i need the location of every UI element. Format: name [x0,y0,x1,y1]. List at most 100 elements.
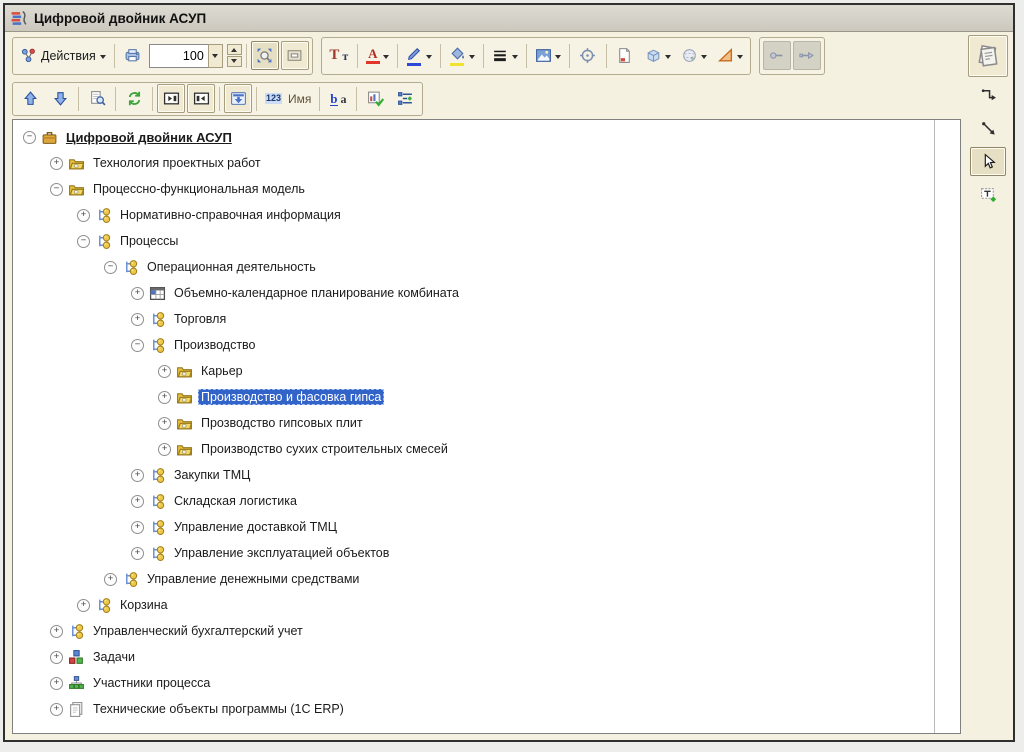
border-toggle-button[interactable] [281,41,309,70]
tree-item[interactable]: + Торговля [13,306,960,332]
tree-item[interactable]: + Задачи [13,644,960,670]
line-tool-button[interactable] [970,114,1006,143]
expander-icon[interactable]: + [131,547,144,560]
tree-item-label[interactable]: Участники процесса [90,675,213,691]
tree-item[interactable]: + Прозводство гипсовых плит [13,410,960,436]
pointer-tool-button[interactable] [970,147,1006,176]
tree-item[interactable]: + Карьер [13,358,960,384]
tree-item-label[interactable]: Закупки ТМЦ [171,467,253,483]
expander-icon[interactable]: + [50,651,63,664]
tree-item-label[interactable]: Торговля [171,311,229,327]
expander-icon[interactable]: + [50,157,63,170]
tree-item-label[interactable]: Управление денежными средствами [144,571,362,587]
expander-icon[interactable]: − [104,261,117,274]
tree-item[interactable]: + Управление денежными средствами [13,566,960,592]
tree-item[interactable]: + Технология проектных работ [13,150,960,176]
dock-bottom-button[interactable] [224,84,252,113]
expander-icon[interactable]: + [131,287,144,300]
expander-icon[interactable]: − [50,183,63,196]
tree-item-label[interactable]: Процессы [117,233,181,249]
expander-icon[interactable]: + [131,469,144,482]
move-up-button[interactable] [16,84,44,113]
expander-icon[interactable]: + [158,365,171,378]
font-color-button[interactable]: A [362,41,393,70]
tree-item[interactable]: +Технические объекты программы (1С ERP) [13,696,960,722]
expander-icon[interactable]: + [131,313,144,326]
print-button[interactable] [119,41,147,70]
expander-icon[interactable]: + [50,625,63,638]
expander-icon[interactable]: − [77,235,90,248]
picture-button[interactable] [531,41,565,70]
tree-item-label[interactable]: Производство сухих строительных смесей [198,441,451,457]
tree-item-label[interactable]: Процессно-функциональная модель [90,181,308,197]
zoom-input[interactable] [149,44,208,68]
tree-item[interactable]: + Управление доставкой ТМЦ [13,514,960,540]
tree-item[interactable]: − Цифровой двойник АСУП [13,124,960,150]
expander-icon[interactable]: − [23,131,36,144]
expander-icon[interactable]: + [50,677,63,690]
actions-button[interactable]: Действия [16,41,110,70]
tree-item-label[interactable]: Управленческий бухгалтерский учет [90,623,306,639]
refresh-button[interactable] [120,84,148,113]
tree-item-label[interactable]: Нормативно-справочная информация [117,207,344,223]
tree-item[interactable]: + Складская логистика [13,488,960,514]
expander-icon[interactable]: + [131,521,144,534]
tree-item-label[interactable]: Операционная деятельность [144,259,319,275]
page-button[interactable] [611,41,639,70]
line-color-button[interactable] [402,41,436,70]
tree-item-label[interactable]: Технология проектных работ [90,155,264,171]
expander-icon[interactable]: + [158,443,171,456]
expander-icon[interactable]: + [77,209,90,222]
schemes-button[interactable] [968,35,1008,77]
tree-item-label[interactable]: Цифровой двойник АСУП [63,129,235,146]
panel-right-button[interactable] [187,84,215,113]
text-tool-button[interactable] [970,180,1006,209]
expander-icon[interactable]: + [104,573,117,586]
zoom-dropdown-button[interactable] [208,44,223,68]
tree-item[interactable]: + Управленческий бухгалтерский учет [13,618,960,644]
expander-icon[interactable]: + [158,391,171,404]
expander-icon[interactable]: + [158,417,171,430]
tree-item-label[interactable]: Объемно-календарное планирование комбина… [171,285,462,301]
font-button[interactable]: Тт [325,41,353,70]
tree-item[interactable]: − Процессно-функциональная модель [13,176,960,202]
expander-icon[interactable]: + [77,599,90,612]
tree-item-label[interactable]: Складская логистика [171,493,300,509]
diagram-check-button[interactable] [361,84,389,113]
tree-item[interactable]: + Производство сухих строительных смесей [13,436,960,462]
connector-tool-button[interactable] [970,81,1006,110]
expander-icon[interactable]: + [131,495,144,508]
tree-item-label[interactable]: Управление эксплуатацией объектов [171,545,392,561]
sphere-shape-button[interactable] [677,41,711,70]
numbering-name-button[interactable]: 123Имя [261,84,315,113]
tree-item[interactable]: − Производство [13,332,960,358]
tree-item[interactable]: + Закупки ТМЦ [13,462,960,488]
tree-item-label[interactable]: Технические объекты программы (1С ERP) [90,701,347,717]
tree-item[interactable]: − Операционная деятельность [13,254,960,280]
tree-item[interactable]: + Объемно-календарное планирование комбин… [13,280,960,306]
tree-item-label[interactable]: Задачи [90,649,138,665]
preview-search-button[interactable] [83,84,111,113]
fit-window-button[interactable] [251,41,279,70]
pyramid-shape-button[interactable] [713,41,747,70]
tree-item-label[interactable]: Карьер [198,363,246,379]
spin-up-button[interactable] [227,44,242,55]
tree-item-label[interactable]: Корзина [117,597,171,613]
tree-item[interactable]: + Корзина [13,592,960,618]
tree-item[interactable]: + Участники процесса [13,670,960,696]
auto-name-button[interactable]: ba [324,84,352,113]
tree-item-label[interactable]: Управление доставкой ТМЦ [171,519,340,535]
tree-item[interactable]: + Нормативно-справочная информация [13,202,960,228]
tree-item-label[interactable]: Прозводство гипсовых плит [198,415,366,431]
line-style-button[interactable] [488,41,522,70]
expander-icon[interactable]: − [131,339,144,352]
tree-item[interactable]: − Процессы [13,228,960,254]
tree-item[interactable]: +Производство и фасовка гипса [13,384,960,410]
center-view-button[interactable] [574,41,602,70]
tree-settings-button[interactable] [391,84,419,113]
tree-item[interactable]: + Управление эксплуатацией объектов [13,540,960,566]
move-down-button[interactable] [46,84,74,113]
fill-color-button[interactable] [445,41,479,70]
panel-left-button[interactable] [157,84,185,113]
tree-item-label[interactable]: Производство [171,337,259,353]
